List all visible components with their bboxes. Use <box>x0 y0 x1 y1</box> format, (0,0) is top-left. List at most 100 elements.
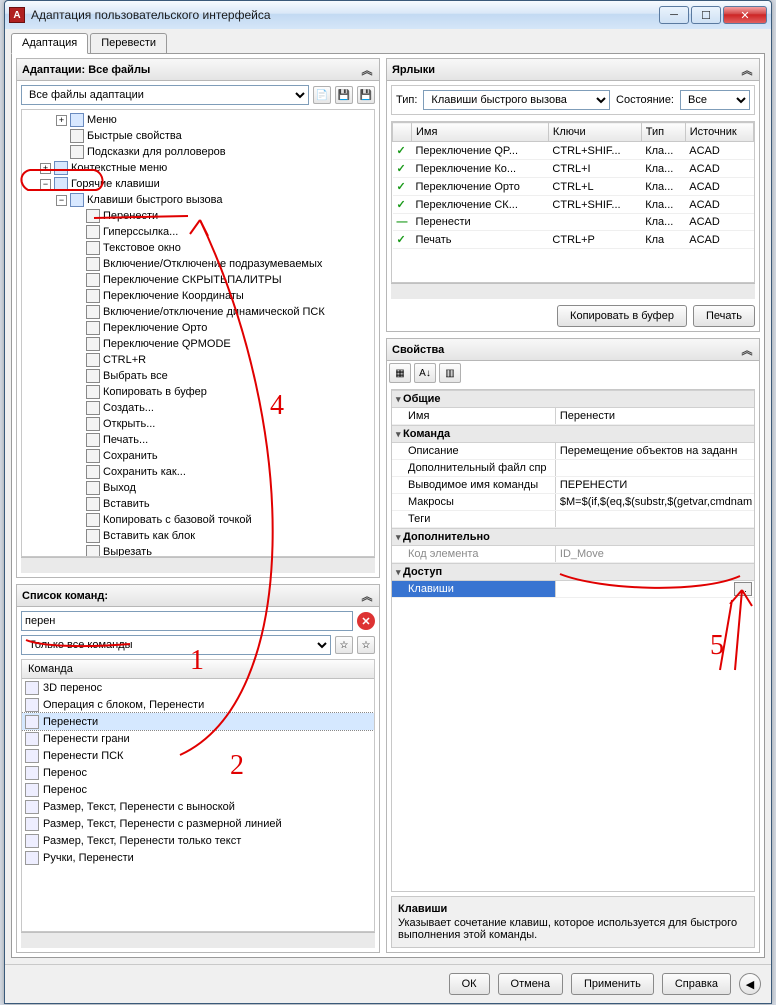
fav-icon[interactable]: ☆ <box>335 636 353 654</box>
shortcut-row[interactable]: ✓Переключение QP...CTRL+SHIF...Кла...ACA… <box>393 142 754 160</box>
command-row[interactable]: Размер, Текст, Перенести с размерной лин… <box>22 815 374 832</box>
tree-node[interactable]: +Контекстные меню <box>24 160 372 176</box>
prop-keys[interactable]: Клавиши <box>392 581 555 597</box>
help-button[interactable]: Справка <box>662 973 731 995</box>
command-row[interactable]: 3D перенос <box>22 679 374 696</box>
propcat-command[interactable]: Команда <box>392 425 754 443</box>
command-row[interactable]: Перенести <box>22 713 374 730</box>
saveall-icon[interactable]: 💾 <box>357 86 375 104</box>
command-row[interactable]: Размер, Текст, Перенести только текст <box>22 832 374 849</box>
tree-node[interactable]: Вырезать <box>24 544 372 557</box>
shortcut-state-select[interactable]: Все <box>680 90 750 110</box>
tree-node[interactable]: Подсказки для ролловеров <box>24 144 372 160</box>
tree-node[interactable]: Выбрать все <box>24 368 372 384</box>
tree-node[interactable]: Печать... <box>24 432 372 448</box>
tree-node[interactable]: Открыть... <box>24 416 372 432</box>
maximize-button[interactable]: ☐ <box>691 6 721 24</box>
propcat-access[interactable]: Доступ <box>392 563 754 581</box>
command-row[interactable]: Ручки, Перенести <box>22 849 374 866</box>
tree-node[interactable]: Копировать с базовой точкой <box>24 512 372 528</box>
titlebar[interactable]: A Адаптация пользовательского интерфейса… <box>5 1 771 29</box>
clear-search-icon[interactable]: ✕ <box>357 612 375 630</box>
ok-button[interactable]: ОК <box>449 973 490 995</box>
tree-node[interactable]: Текстовое окно <box>24 240 372 256</box>
tree-node[interactable]: CTRL+R <box>24 352 372 368</box>
shortcut-row[interactable]: ✓Переключение ОртоCTRL+LКла...ACAD <box>393 178 754 196</box>
command-row[interactable]: Перенос <box>22 781 374 798</box>
command-list[interactable]: Команда 3D переносОперация с блоком, Пер… <box>21 659 375 932</box>
tree-node[interactable]: Включение/отключение динамической ПСК <box>24 304 372 320</box>
shortcut-row[interactable]: ✓ПечатьCTRL+PКлаACAD <box>393 231 754 249</box>
expander-icon[interactable]: − <box>56 195 67 206</box>
command-row[interactable]: Перенос <box>22 764 374 781</box>
command-list-header[interactable]: Команда <box>22 660 374 679</box>
tree-node[interactable]: −Горячие клавиши <box>24 176 372 192</box>
collapse-icon[interactable]: ︽ <box>740 342 754 358</box>
collapse-icon[interactable]: ︽ <box>360 588 374 604</box>
propcat-general[interactable]: Общие <box>392 390 754 408</box>
tree-node[interactable]: Включение/Отключение подразумеваемых <box>24 256 372 272</box>
adaptation-tree[interactable]: +МенюБыстрые свойстваПодсказки для ролло… <box>21 109 375 557</box>
tree-node[interactable]: Сохранить как... <box>24 464 372 480</box>
shortcuts-grid[interactable]: Имя Ключи Тип Источник ✓Переключение QP.… <box>391 121 755 283</box>
tree-node[interactable]: Сохранить <box>24 448 372 464</box>
print-button[interactable]: Печать <box>693 305 755 327</box>
apply-button[interactable]: Применить <box>571 973 654 995</box>
command-row[interactable]: Перенести ПСК <box>22 747 374 764</box>
tree-node[interactable]: Гиперссылка... <box>24 224 372 240</box>
close-button[interactable]: ✕ <box>723 6 767 24</box>
tree-node[interactable]: −Клавиши быстрого вызова <box>24 192 372 208</box>
command-row[interactable]: Размер, Текст, Перенести с выноской <box>22 798 374 815</box>
node-label: Текстовое окно <box>103 242 181 254</box>
new-file-icon[interactable]: 📄 <box>313 86 331 104</box>
shortcuts-hscrollbar[interactable] <box>391 283 755 299</box>
tab-translate[interactable]: Перевести <box>90 33 167 54</box>
minimize-button[interactable]: ─ <box>659 6 689 24</box>
tree-node[interactable]: Переключение СКРЫТЬПАЛИТРЫ <box>24 272 372 288</box>
prop-alphabetical-icon[interactable]: A↓ <box>414 363 436 383</box>
col-source[interactable]: Источник <box>685 123 753 142</box>
property-grid[interactable]: Общие ИмяПеренести Команда ОписаниеПерем… <box>391 389 755 892</box>
tree-hscrollbar[interactable] <box>21 557 375 573</box>
tree-node[interactable]: Переключение QPMODE <box>24 336 372 352</box>
shortcut-row[interactable]: —ПеренестиКла...ACAD <box>393 214 754 231</box>
command-search-input[interactable] <box>21 611 353 631</box>
expand-toggle-icon[interactable]: ◀ <box>739 973 761 995</box>
fav2-icon[interactable]: ☆ <box>357 636 375 654</box>
tree-node[interactable]: Перенести <box>24 208 372 224</box>
adaptation-files-select[interactable]: Все файлы адаптации <box>21 85 309 105</box>
tab-adaptation[interactable]: Адаптация <box>11 33 88 54</box>
command-icon <box>25 800 39 814</box>
command-row[interactable]: Перенести грани <box>22 730 374 747</box>
tree-node[interactable]: Переключение Орто <box>24 320 372 336</box>
tree-node[interactable]: Выход <box>24 480 372 496</box>
keys-ellipsis-button[interactable]: ... <box>734 582 752 596</box>
prop-pages-icon[interactable]: ▥ <box>439 363 461 383</box>
expander-icon[interactable]: + <box>56 115 67 126</box>
shortcut-row[interactable]: ✓Переключение Ко...CTRL+IКла...ACAD <box>393 160 754 178</box>
save-icon[interactable]: 💾 <box>335 86 353 104</box>
expander-icon[interactable]: − <box>40 179 51 190</box>
copy-to-buffer-button[interactable]: Копировать в буфер <box>557 305 687 327</box>
tree-node[interactable]: Создать... <box>24 400 372 416</box>
col-name[interactable]: Имя <box>412 123 549 142</box>
propcat-additional[interactable]: Дополнительно <box>392 528 754 546</box>
shortcut-type-select[interactable]: Клавиши быстрого вызова <box>423 90 610 110</box>
col-type[interactable]: Тип <box>641 123 685 142</box>
shortcut-row[interactable]: ✓Переключение СК...CTRL+SHIF...Кла...ACA… <box>393 196 754 214</box>
tree-node[interactable]: Копировать в буфер <box>24 384 372 400</box>
cancel-button[interactable]: Отмена <box>498 973 563 995</box>
expander-icon[interactable]: + <box>40 163 51 174</box>
command-filter-select[interactable]: Только все команды <box>21 635 331 655</box>
tree-node[interactable]: Переключение Координаты <box>24 288 372 304</box>
tree-node[interactable]: Быстрые свойства <box>24 128 372 144</box>
tree-node[interactable]: Вставить как блок <box>24 528 372 544</box>
tree-node[interactable]: +Меню <box>24 112 372 128</box>
cmdlist-hscrollbar[interactable] <box>21 932 375 948</box>
prop-categorized-icon[interactable]: ▦ <box>389 363 411 383</box>
col-keys[interactable]: Ключи <box>548 123 641 142</box>
collapse-icon[interactable]: ︽ <box>740 62 754 78</box>
tree-node[interactable]: Вставить <box>24 496 372 512</box>
command-row[interactable]: Операция с блоком, Перенести <box>22 696 374 713</box>
collapse-icon[interactable]: ︽ <box>360 62 374 78</box>
